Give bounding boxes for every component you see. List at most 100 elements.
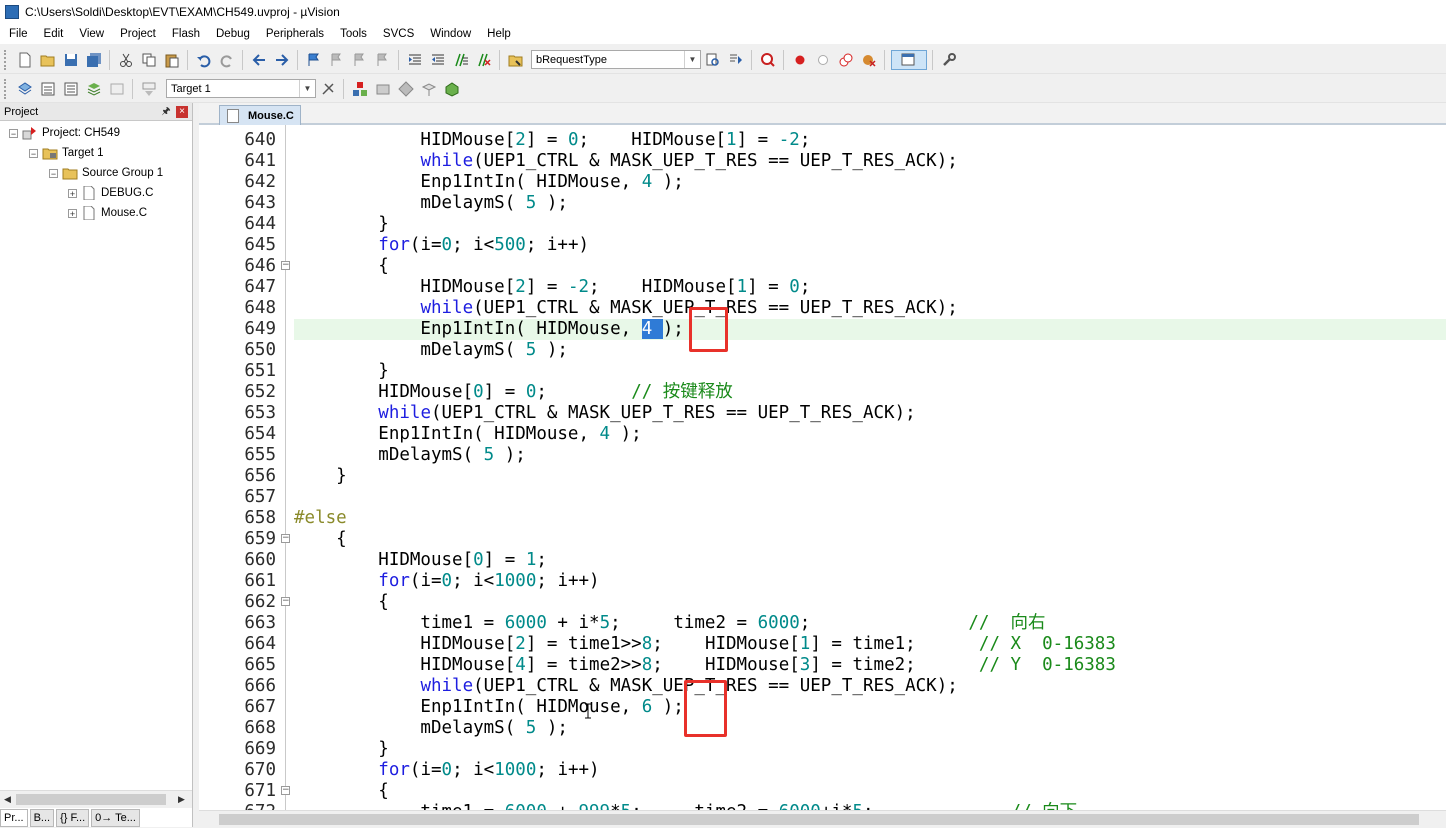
menu-file[interactable]: File xyxy=(0,24,35,44)
manage-project-items-icon[interactable] xyxy=(350,79,370,99)
code-line[interactable]: 659− { xyxy=(199,529,1446,550)
code-line[interactable]: 666 while(UEP1_CTRL & MASK_UEP_T_RES == … xyxy=(199,676,1446,697)
code-line[interactable]: 651 } xyxy=(199,361,1446,382)
collapse-toggle[interactable]: − xyxy=(9,128,18,138)
tab-mouse-c[interactable]: Mouse.C xyxy=(219,105,301,125)
nav-back-icon[interactable] xyxy=(249,50,269,70)
undo-icon[interactable] xyxy=(194,50,214,70)
indent-icon[interactable] xyxy=(405,50,425,70)
code-line[interactable]: 647 HIDMouse[2] = -2; HIDMouse[1] = 0; xyxy=(199,277,1446,298)
batch-build-icon[interactable] xyxy=(84,79,104,99)
kill-all-breakpoints-icon[interactable] xyxy=(859,50,879,70)
code-line[interactable]: 669 } xyxy=(199,739,1446,760)
find-combo[interactable]: bRequestType ▼ xyxy=(531,50,701,69)
code-line[interactable]: 646− { xyxy=(199,256,1446,277)
prev-bookmark-icon[interactable] xyxy=(327,50,347,70)
configure-wrench-icon[interactable] xyxy=(939,50,959,70)
code-line[interactable]: 662− { xyxy=(199,592,1446,613)
redo-icon[interactable] xyxy=(217,50,237,70)
scroll-right-icon[interactable]: ▶ xyxy=(178,794,185,805)
save-icon[interactable] xyxy=(61,50,81,70)
menu-svcs[interactable]: SVCS xyxy=(374,24,421,44)
code-line[interactable]: 660 HIDMouse[0] = 1; xyxy=(199,550,1446,571)
find-in-files-icon[interactable] xyxy=(506,50,526,70)
chevron-down-icon[interactable]: ▼ xyxy=(299,80,315,97)
expand-toggle[interactable]: + xyxy=(68,188,77,198)
close-icon[interactable]: × xyxy=(176,105,188,118)
code-line[interactable]: 664 HIDMouse[2] = time1>>8; HIDMouse[1] … xyxy=(199,634,1446,655)
menu-window[interactable]: Window xyxy=(421,24,478,44)
project-panel-hscrollbar[interactable]: ◀ ▶ xyxy=(0,790,192,808)
code-line[interactable]: 658 #else xyxy=(199,508,1446,529)
build-icon[interactable] xyxy=(38,79,58,99)
code-line[interactable]: 665 HIDMouse[4] = time2>>8; HIDMouse[3] … xyxy=(199,655,1446,676)
nav-forward-icon[interactable] xyxy=(272,50,292,70)
menu-flash[interactable]: Flash xyxy=(163,24,207,44)
chevron-down-icon[interactable]: ▼ xyxy=(684,51,700,68)
bookmark-icon[interactable] xyxy=(304,50,324,70)
code-line[interactable]: 668 mDelaymS( 5 ); xyxy=(199,718,1446,739)
cut-icon[interactable] xyxy=(116,50,136,70)
target-options-icon[interactable] xyxy=(318,79,338,99)
target-combo[interactable]: Target 1 ▼ xyxy=(166,79,316,98)
tab-functions[interactable]: {} F... xyxy=(56,809,90,827)
code-line[interactable]: 653 while(UEP1_CTRL & MASK_UEP_T_RES == … xyxy=(199,403,1446,424)
code-line[interactable]: 640 HIDMouse[2] = 0; HIDMouse[1] = -2; xyxy=(199,130,1446,151)
code-line[interactable]: 643 mDelaymS( 5 ); xyxy=(199,193,1446,214)
incremental-find-icon[interactable] xyxy=(726,50,746,70)
code-line[interactable]: 667 Enp1IntIn( HIDMouse, 6 ); xyxy=(199,697,1446,718)
code-line[interactable]: 641 while(UEP1_CTRL & MASK_UEP_T_RES == … xyxy=(199,151,1446,172)
collapse-toggle[interactable]: − xyxy=(49,168,58,178)
code-line[interactable]: 648 while(UEP1_CTRL & MASK_UEP_T_RES == … xyxy=(199,298,1446,319)
menu-project[interactable]: Project xyxy=(111,24,163,44)
code-line[interactable]: 661 for(i=0; i<1000; i++) xyxy=(199,571,1446,592)
select-packs-icon[interactable] xyxy=(373,79,393,99)
code-line[interactable]: 652 HIDMouse[0] = 0; // 按键释放 xyxy=(199,382,1446,403)
enable-breakpoint-icon[interactable] xyxy=(813,50,833,70)
code-line[interactable]: 654 Enp1IntIn( HIDMouse, 4 ); xyxy=(199,424,1446,445)
menu-view[interactable]: View xyxy=(70,24,111,44)
menu-debug[interactable]: Debug xyxy=(207,24,257,44)
collapse-toggle[interactable]: − xyxy=(29,148,38,158)
scroll-thumb[interactable] xyxy=(219,814,1419,825)
pack-components-icon[interactable] xyxy=(442,79,462,99)
code-line[interactable]: 650 mDelaymS( 5 ); xyxy=(199,340,1446,361)
fold-toggle[interactable]: − xyxy=(281,786,290,795)
fold-toggle[interactable]: − xyxy=(281,597,290,606)
save-all-icon[interactable] xyxy=(84,50,104,70)
debug-session-icon[interactable] xyxy=(758,50,778,70)
disable-all-breakpoints-icon[interactable] xyxy=(836,50,856,70)
tab-project[interactable]: Pr... xyxy=(0,809,28,827)
new-file-icon[interactable] xyxy=(15,50,35,70)
code-line[interactable]: 663 time1 = 6000 + i*5; time2 = 6000; //… xyxy=(199,613,1446,634)
code-line[interactable]: 672 time1 = 6000 + 999*5; time2 = 6000+i… xyxy=(199,802,1446,810)
code-line[interactable]: 655 mDelaymS( 5 ); xyxy=(199,445,1446,466)
code-line[interactable]: 671− { xyxy=(199,781,1446,802)
insert-breakpoint-icon[interactable] xyxy=(790,50,810,70)
expand-toggle[interactable]: + xyxy=(68,208,77,218)
tree-node-debug-c[interactable]: + DEBUG.C xyxy=(68,184,153,202)
tree-node-target[interactable]: − Target 1 xyxy=(29,144,104,162)
find-icon[interactable] xyxy=(703,50,723,70)
copy-icon[interactable] xyxy=(139,50,159,70)
unindent-icon[interactable] xyxy=(428,50,448,70)
uncomment-selection-icon[interactable] xyxy=(474,50,494,70)
pack-installer-icon[interactable] xyxy=(419,79,439,99)
scroll-thumb[interactable] xyxy=(16,794,166,805)
window-layout-icon[interactable] xyxy=(890,49,927,70)
translate-icon[interactable] xyxy=(15,79,35,99)
code-line[interactable]: 649 Enp1IntIn( HIDMouse, 4 ); xyxy=(199,319,1446,340)
code-line[interactable]: 657 xyxy=(199,487,1446,508)
rebuild-icon[interactable] xyxy=(61,79,81,99)
comment-selection-icon[interactable] xyxy=(451,50,471,70)
tree-node-source-group[interactable]: − Source Group 1 xyxy=(49,164,163,182)
code-line[interactable]: 670 for(i=0; i<1000; i++) xyxy=(199,760,1446,781)
scroll-left-icon[interactable]: ◀ xyxy=(4,794,11,805)
download-load-icon[interactable] xyxy=(139,79,159,99)
code-line[interactable]: 642 Enp1IntIn( HIDMouse, 4 ); xyxy=(199,172,1446,193)
code-line[interactable]: 644 } xyxy=(199,214,1446,235)
tab-books[interactable]: B... xyxy=(29,809,55,827)
menu-peripherals[interactable]: Peripherals xyxy=(257,24,331,44)
menu-tools[interactable]: Tools xyxy=(331,24,374,44)
pin-icon[interactable]: 🖈 xyxy=(160,106,172,118)
